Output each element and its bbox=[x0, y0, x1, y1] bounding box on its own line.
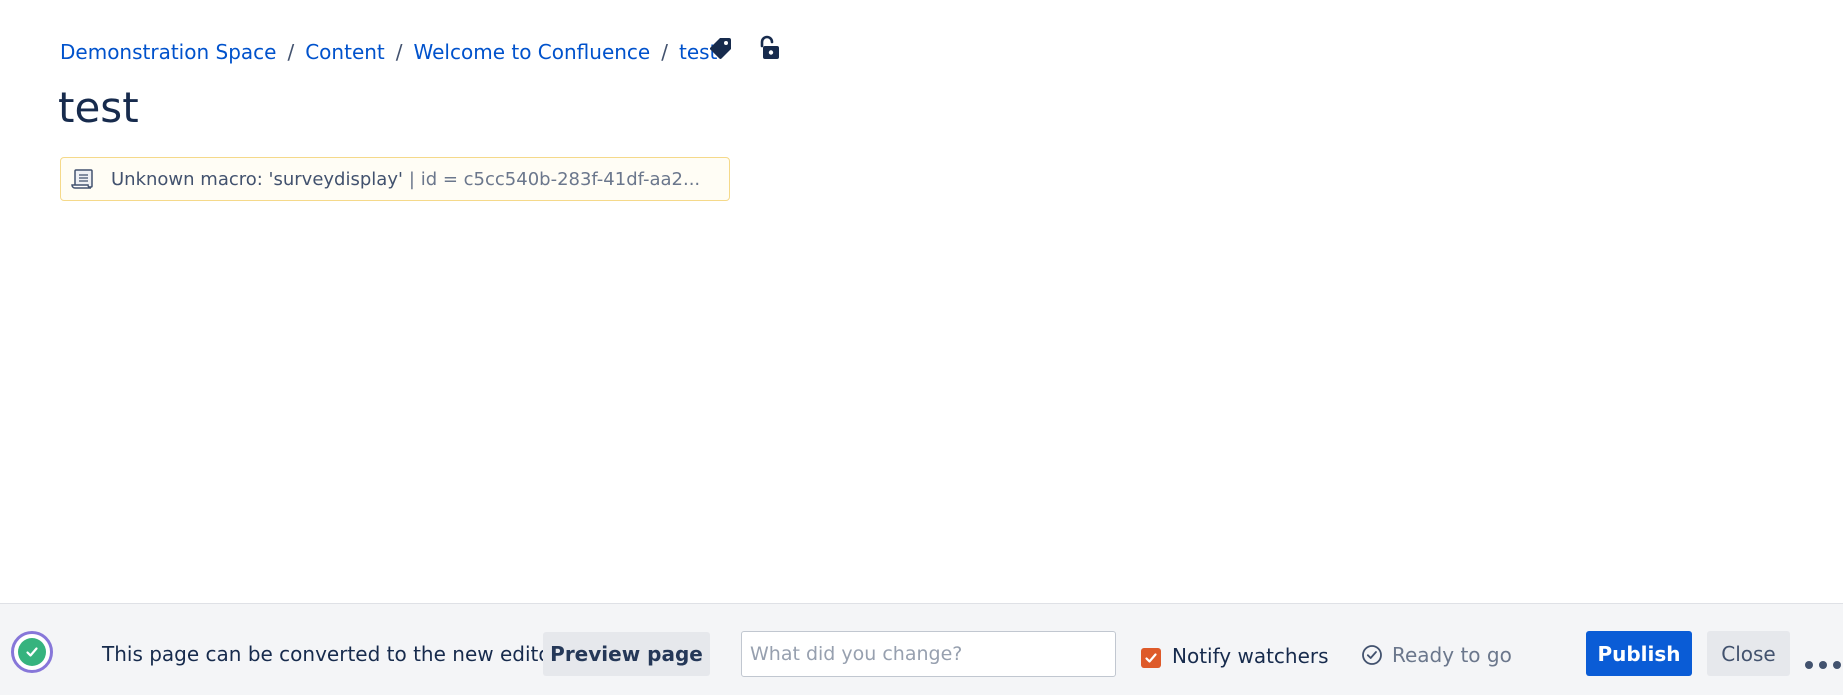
save-status-text: Ready to go bbox=[1392, 643, 1512, 667]
editor-status-indicator[interactable] bbox=[11, 631, 53, 673]
notify-watchers-checkbox[interactable] bbox=[1141, 648, 1161, 668]
check-circle-icon bbox=[18, 638, 46, 666]
breadcrumb-separator: / bbox=[287, 40, 295, 64]
breadcrumb-separator: / bbox=[661, 40, 668, 64]
breadcrumb-separator: / bbox=[395, 40, 403, 64]
confluence-editor-page: Demonstration Space / Content / Welcome … bbox=[0, 0, 1843, 695]
change-comment-input[interactable] bbox=[741, 631, 1116, 677]
check-circle-outline-icon bbox=[1362, 645, 1382, 665]
breadcrumb-welcome-to-confluence[interactable]: Welcome to Confluence bbox=[414, 40, 651, 64]
scroll-icon bbox=[71, 169, 93, 189]
macro-name: Unknown macro: 'surveydisplay' bbox=[111, 168, 403, 190]
tag-icon[interactable] bbox=[707, 34, 735, 62]
unlock-icon[interactable] bbox=[755, 34, 783, 62]
breadcrumb-content[interactable]: Content bbox=[305, 40, 385, 64]
more-options-icon[interactable] bbox=[1805, 659, 1841, 671]
checkmark-icon bbox=[1145, 653, 1157, 663]
publish-button[interactable]: Publish bbox=[1586, 631, 1692, 676]
preview-page-button[interactable]: Preview page bbox=[543, 632, 710, 676]
notify-watchers-label[interactable]: Notify watchers bbox=[1172, 644, 1329, 668]
close-button[interactable]: Close bbox=[1707, 631, 1790, 676]
dot bbox=[1805, 661, 1813, 669]
breadcrumb-demonstration-space[interactable]: Demonstration Space bbox=[60, 40, 276, 64]
page-title[interactable]: test bbox=[58, 80, 139, 136]
macro-params: | id = c5cc540b-283f-41df-aa2... bbox=[408, 168, 701, 190]
breadcrumb: Demonstration Space / Content / Welcome … bbox=[60, 40, 717, 64]
convert-editor-message: This page can be converted to the new ed… bbox=[102, 642, 559, 666]
dot bbox=[1833, 661, 1841, 669]
editor-footer-toolbar: This page can be converted to the new ed… bbox=[0, 603, 1843, 695]
dot bbox=[1819, 661, 1827, 669]
unknown-macro-placeholder[interactable]: Unknown macro: 'surveydisplay' | id = c5… bbox=[60, 157, 730, 201]
